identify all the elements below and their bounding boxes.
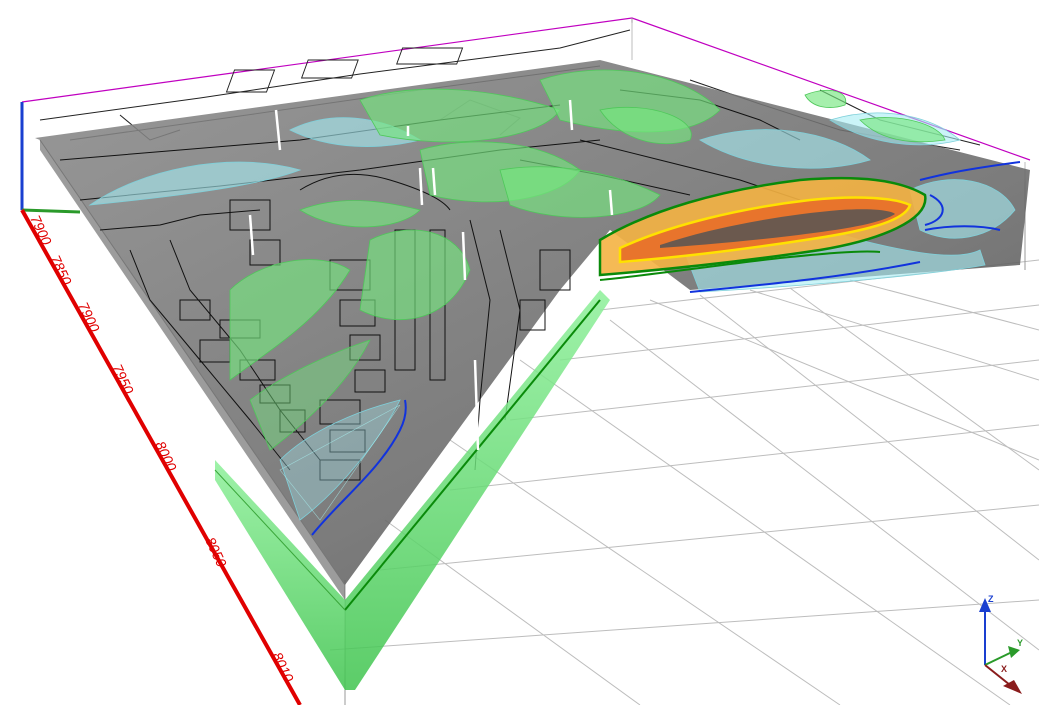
orientation-triad[interactable]: Z Y X (979, 594, 1023, 694)
tick-label: 8010 (269, 650, 297, 685)
tick-label: 7900 (75, 300, 103, 335)
tick-label: 7850 (47, 253, 75, 288)
triad-z-label: Z (988, 594, 994, 604)
triad-y-label: Y (1017, 638, 1023, 648)
triad-x-label: X (1001, 664, 1007, 674)
3d-scene-viewport[interactable]: 7900 7850 7900 7950 8000 8050 8010 Z Y X (0, 0, 1039, 705)
y-axis-line (21, 208, 81, 214)
tick-label: 8000 (152, 439, 180, 474)
tick-label: 7950 (109, 362, 137, 397)
tick-label: 8050 (202, 535, 230, 570)
